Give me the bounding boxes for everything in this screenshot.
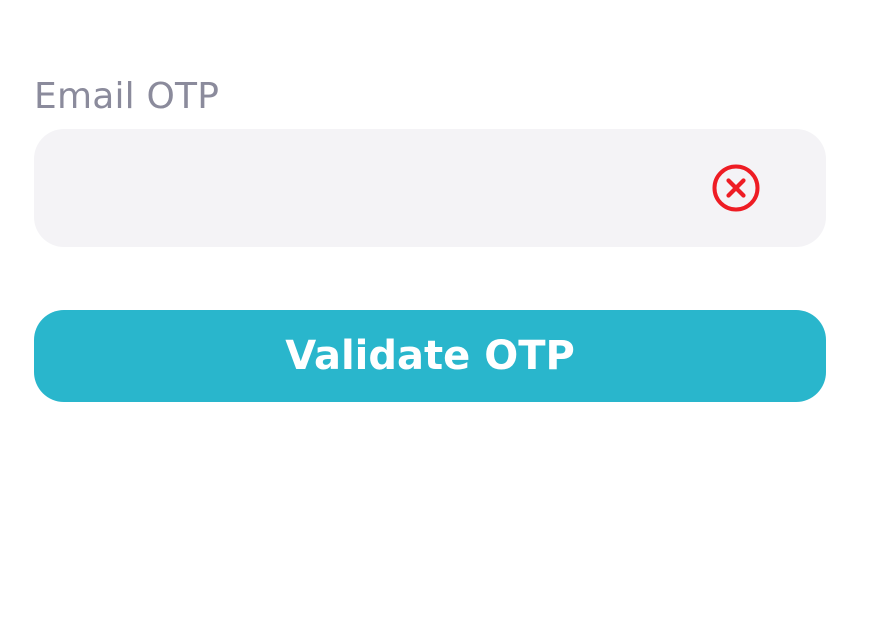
email-otp-label: Email OTP bbox=[34, 76, 220, 117]
otp-form: Email OTP Validate OTP bbox=[0, 0, 891, 618]
email-otp-field[interactable] bbox=[34, 129, 826, 249]
close-circle-icon bbox=[712, 164, 760, 212]
clear-input-icon[interactable] bbox=[712, 164, 760, 212]
email-otp-input[interactable] bbox=[58, 129, 702, 249]
validate-otp-button[interactable]: Validate OTP bbox=[34, 310, 826, 402]
